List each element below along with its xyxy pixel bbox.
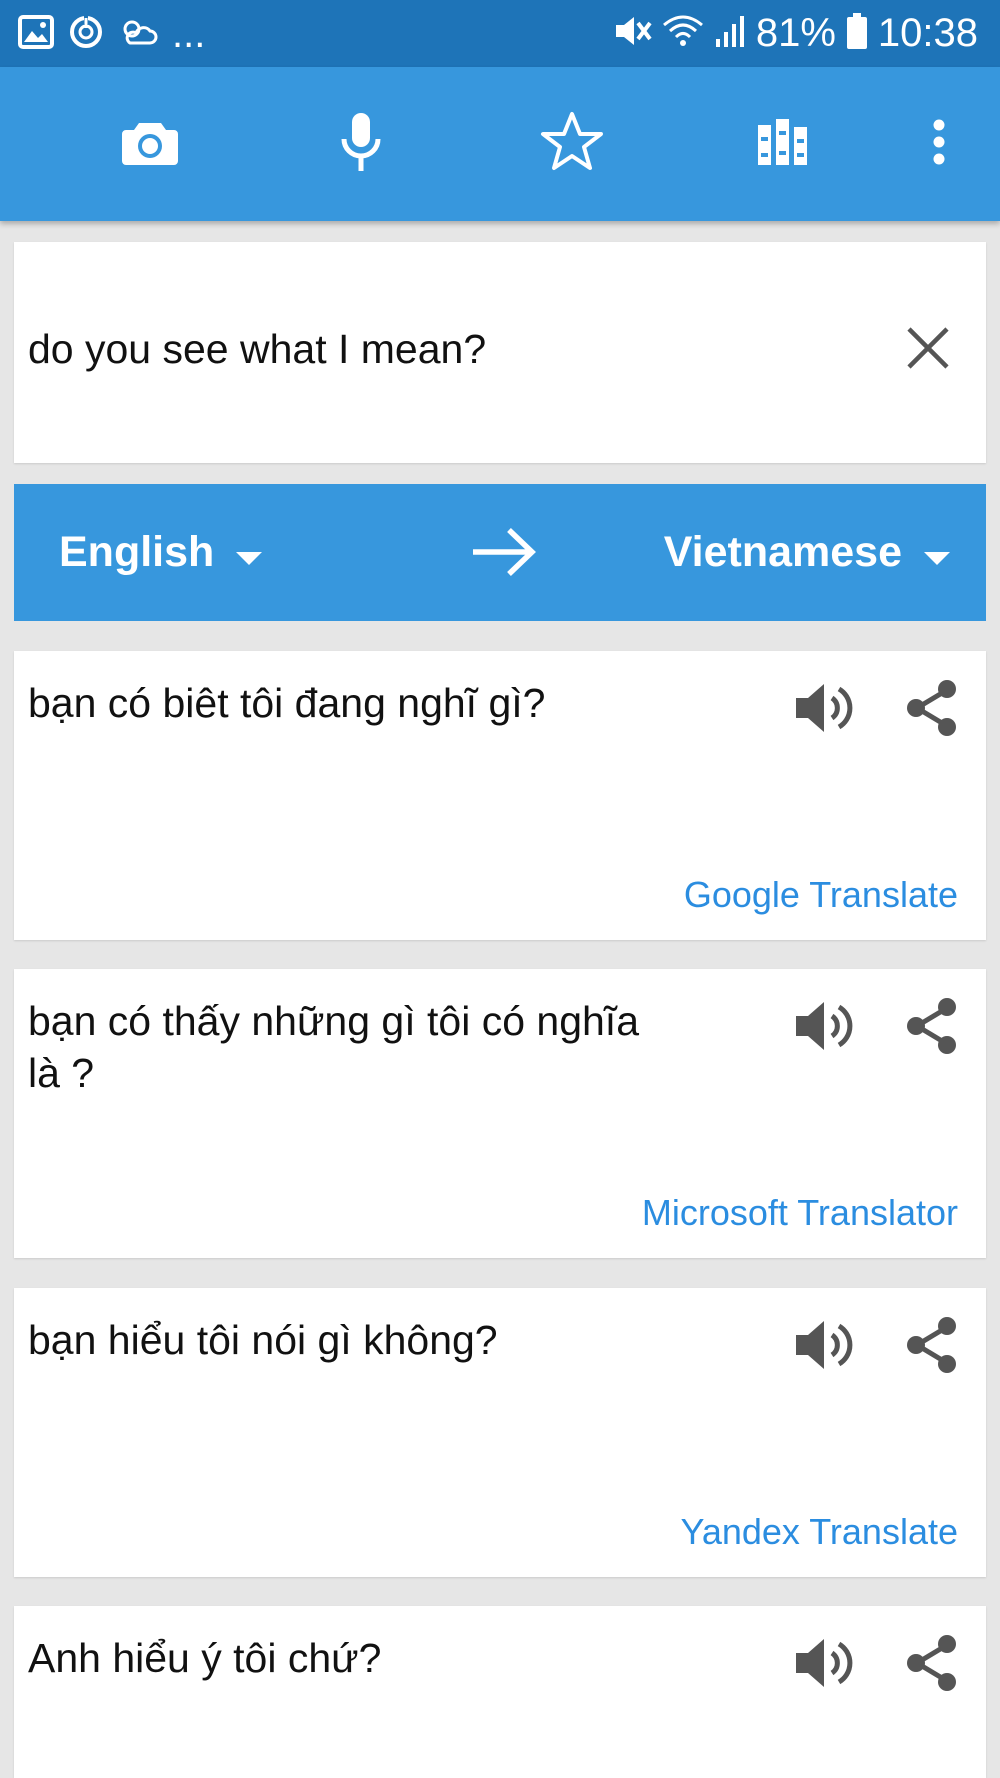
swap-languages-button[interactable] [469,524,539,580]
language-selector-bar: English Vietnamese [14,484,986,621]
more-notifications-indicator: ... [172,11,206,56]
chevron-down-icon [924,528,950,577]
share-icon [905,1316,959,1379]
source-text-card: do you see what I mean? [14,242,986,463]
more-vert-icon [932,119,946,170]
target-language-label: Vietnamese [663,528,902,576]
translation-text: Anh hiểu ý tôi chứ? [28,1635,382,1681]
camera-icon [121,117,179,172]
speaker-icon [794,680,856,741]
translation-card: Anh hiểu ý tôi chứ? [14,1606,986,1778]
library-icon [756,117,810,172]
share-button[interactable] [904,1634,960,1696]
arrow-right-icon [469,528,539,584]
translation-card: bạn có thấy những gì tôi có nghĩa là ? M… [14,969,986,1258]
speak-button[interactable] [792,997,858,1059]
app-toolbar [0,67,1000,221]
translation-card: bạn có biêt tôi đang nghĩ gì? Google Tra… [14,651,986,940]
share-button[interactable] [904,679,960,741]
share-icon [905,679,959,742]
sync-icon [68,14,104,55]
speak-button[interactable] [792,679,858,741]
battery-icon [846,12,868,55]
speaker-icon [794,998,856,1059]
source-text-input[interactable]: do you see what I mean? [28,326,486,373]
share-button[interactable] [904,1316,960,1378]
clock: 10:38 [877,10,978,55]
share-icon [905,997,959,1060]
wifi-icon [662,13,704,54]
target-language-dropdown[interactable]: Vietnamese [664,484,950,621]
translation-text: bạn có biêt tôi đang nghĩ gì? [28,680,546,726]
clear-input-button[interactable] [898,320,958,380]
battery-percent: 81% [755,10,836,55]
star-icon [539,110,605,179]
phrasebook-button[interactable] [728,67,838,221]
image-icon [18,14,54,54]
speak-button[interactable] [792,1634,858,1696]
source-language-dropdown[interactable]: English [59,484,263,621]
speaker-icon [794,1317,856,1378]
translation-card: bạn hiểu tôi nói gì không? Yandex Transl… [14,1288,986,1577]
favorites-button[interactable] [517,67,627,221]
signal-icon [714,13,746,54]
provider-link[interactable]: Yandex Translate [680,1511,958,1553]
overflow-menu-button[interactable] [884,67,994,221]
chevron-down-icon [236,528,263,577]
weather-icon [118,15,158,54]
share-button[interactable] [904,997,960,1059]
source-language-label: English [59,528,215,576]
share-icon [905,1634,959,1697]
microphone-button[interactable] [306,67,416,221]
provider-link[interactable]: Microsoft Translator [642,1192,958,1234]
camera-button[interactable] [95,67,205,221]
mute-icon [612,13,652,54]
speak-button[interactable] [792,1316,858,1378]
translation-text: bạn có thấy những gì tôi có nghĩa là ? [28,998,639,1096]
status-bar: ... 81% 10:38 [0,0,1000,67]
translation-text: bạn hiểu tôi nói gì không? [28,1317,498,1363]
close-icon [906,326,950,375]
microphone-icon [339,111,383,178]
provider-link[interactable]: Google Translate [684,874,958,916]
speaker-icon [794,1635,856,1696]
